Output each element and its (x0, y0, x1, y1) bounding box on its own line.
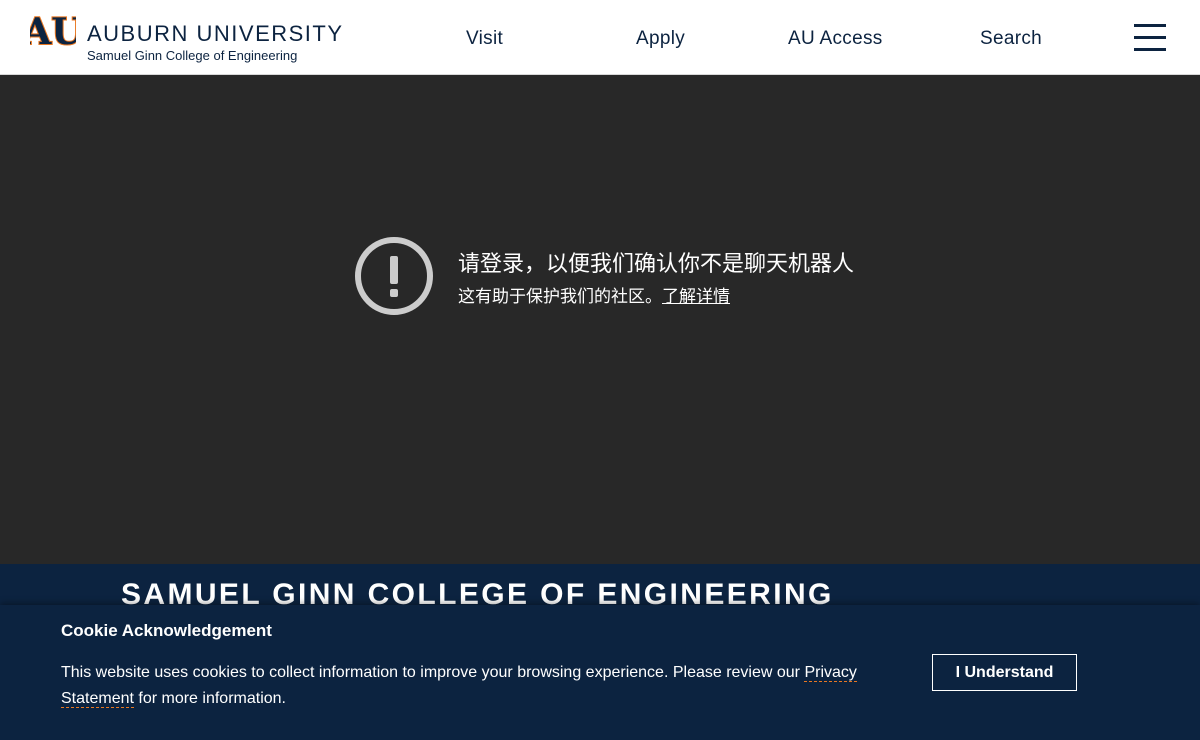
au-logo-icon[interactable]: AU (30, 12, 76, 50)
svg-text:AU: AU (30, 12, 76, 50)
site-header: AU AUBURN UNIVERSITY Samuel Ginn College… (0, 0, 1200, 75)
menu-bar (1134, 36, 1166, 39)
learn-more-link[interactable]: 了解详情 (662, 287, 730, 306)
nav-visit-link[interactable]: Visit (466, 28, 503, 50)
nav-apply-link[interactable]: Apply (636, 28, 685, 50)
cookie-title: Cookie Acknowledgement (61, 621, 272, 640)
exclamation-circle-icon (355, 237, 433, 315)
cookie-text-after: for more information. (133, 690, 286, 707)
menu-bar (1134, 24, 1166, 27)
accept-cookies-button[interactable]: I Understand (932, 654, 1077, 691)
cookie-text-before: This website uses cookies to collect inf… (61, 664, 805, 681)
bot-check-title: 请登录，以便我们确认你不是聊天机器人 (458, 251, 855, 276)
bot-check-subtitle-text: 这有助于保护我们的社区。 (458, 287, 662, 306)
nav-search-link[interactable]: Search (980, 28, 1042, 50)
cookie-banner: Cookie Acknowledgement This website uses… (0, 605, 1200, 740)
bot-check-subtitle: 这有助于保护我们的社区。了解详情 (458, 282, 730, 307)
cookie-text: This website uses cookies to collect inf… (61, 660, 861, 712)
bot-check-panel: 请登录，以便我们确认你不是聊天机器人 这有助于保护我们的社区。了解详情 (0, 76, 1200, 564)
hamburger-menu-icon[interactable] (1134, 24, 1166, 52)
nav-au-access-link[interactable]: AU Access (788, 28, 883, 50)
menu-bar (1134, 48, 1166, 51)
brand-name[interactable]: AUBURN UNIVERSITY (87, 21, 344, 47)
brand-subtitle[interactable]: Samuel Ginn College of Engineering (87, 48, 297, 63)
